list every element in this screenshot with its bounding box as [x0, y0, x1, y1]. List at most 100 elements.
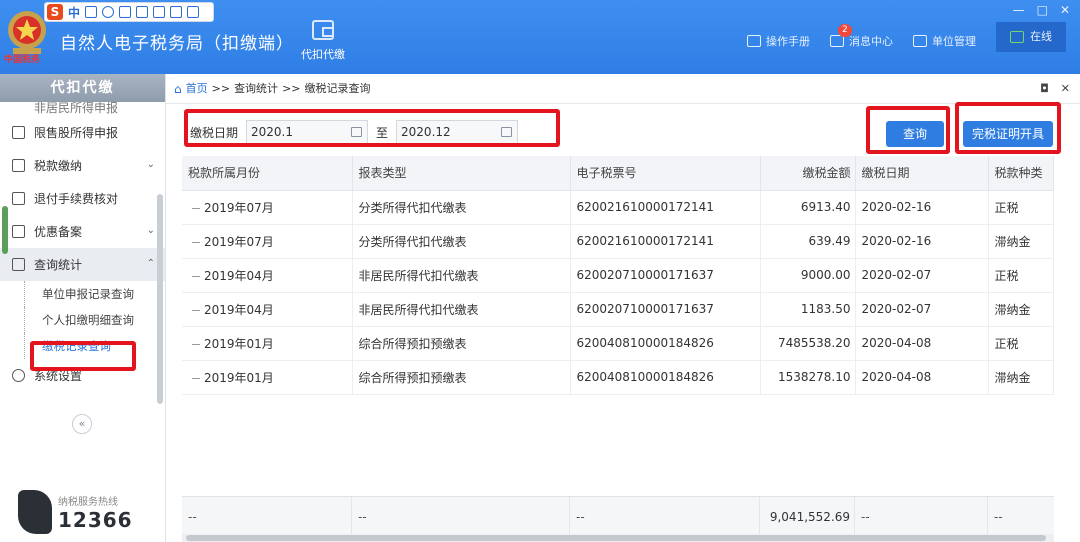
cell-amount: 7485538.20 — [760, 326, 856, 361]
ime-toolbar[interactable]: S 中 — [44, 2, 214, 22]
sidebar-item-tax-payment[interactable]: 税款缴纳 ⌄ — [0, 149, 165, 182]
user-icon[interactable] — [153, 6, 166, 18]
cell-month: 2019年04月 — [182, 292, 353, 327]
total-cell: -- — [182, 497, 352, 536]
col-tax-kind[interactable]: 税款种类 — [988, 156, 1054, 191]
header-actions: 操作手册 2 消息中心 单位管理 在线 — [747, 22, 1066, 52]
online-label: 在线 — [1030, 30, 1052, 43]
manual-link[interactable]: 操作手册 — [747, 33, 810, 49]
cell-report-type: 分类所得代扣代缴表 — [352, 190, 571, 225]
nav-withholding[interactable]: 代扣代缴 — [296, 20, 350, 62]
sidebar-item-preferential[interactable]: 优惠备案 ⌄ — [0, 215, 165, 248]
maximize-icon[interactable]: □ — [1037, 3, 1048, 17]
table-row[interactable]: 2019年01月 综合所得预扣预缴表 620040810000184826 15… — [182, 360, 1054, 395]
home-icon[interactable]: ⌂ — [174, 74, 182, 104]
chevron-up-icon: ⌃ — [146, 258, 155, 269]
online-status[interactable]: 在线 — [996, 22, 1066, 52]
sidebar-item-settings[interactable]: 系统设置 — [0, 359, 165, 392]
close-icon[interactable]: ✕ — [1060, 3, 1070, 17]
list-icon — [12, 192, 25, 205]
headset-icon — [18, 490, 52, 534]
breadcrumb-home[interactable]: 首页 — [186, 74, 208, 104]
collapse-sidebar-button[interactable]: « — [72, 414, 92, 434]
emoji-icon[interactable] — [102, 6, 115, 18]
sidebar-item-restricted-shares[interactable]: 限售股所得申报 — [0, 116, 165, 149]
date-filter: 缴税日期 2020.1 至 2020.12 — [190, 118, 519, 146]
cell-report-type: 综合所得预扣预缴表 — [352, 326, 571, 361]
sidebar-item-label: 优惠备案 — [34, 225, 83, 239]
sidebar-sub-payment-record[interactable]: 缴税记录查询 — [0, 333, 165, 359]
close-tab-icon[interactable]: ✕ — [1061, 82, 1070, 95]
cell-ticket: 620021610000172141 — [570, 224, 761, 259]
cell-date: 2020-02-07 — [855, 258, 989, 293]
table-row[interactable]: 2019年07月 分类所得代扣代缴表 620021610000172141 63… — [182, 224, 1054, 259]
query-button[interactable]: 查询 — [886, 121, 944, 147]
cell-date: 2020-04-08 — [855, 326, 989, 361]
restore-tab-icon[interactable]: ◘ — [1040, 82, 1049, 95]
cell-kind: 正税 — [988, 190, 1054, 225]
grid-icon[interactable] — [187, 6, 200, 18]
table-row[interactable]: 2019年04月 非居民所得代扣代缴表 620020710000171637 9… — [182, 258, 1054, 293]
sidebar-indicator — [2, 206, 8, 254]
cell-month: 2019年01月 — [182, 360, 353, 395]
cell-date: 2020-02-16 — [855, 224, 989, 259]
breadcrumb-sep: >> — [211, 81, 231, 95]
wallet-icon — [312, 20, 334, 40]
scrollbar-thumb[interactable] — [186, 535, 1046, 541]
unit-management-link[interactable]: 单位管理 — [913, 33, 976, 49]
message-badge: 2 — [838, 24, 852, 37]
breadcrumb-sep: >> — [282, 81, 301, 95]
message-center-link[interactable]: 2 消息中心 — [830, 24, 893, 49]
nav-withholding-label: 代扣代缴 — [301, 48, 345, 61]
sidebar-item-query-stats[interactable]: 查询统计 ⌃ — [0, 248, 165, 281]
payment-records-table: 税款所属月份 报表类型 电子税票号 缴税金额 缴税日期 税款种类 2019年07… — [182, 156, 1054, 395]
skin-icon[interactable] — [170, 6, 183, 18]
calendar-icon[interactable] — [351, 127, 363, 137]
cell-date: 2020-04-08 — [855, 360, 989, 395]
col-amount[interactable]: 缴税金额 — [760, 156, 856, 191]
cell-kind: 滞纳金 — [988, 360, 1054, 395]
mic-icon[interactable] — [119, 6, 132, 18]
sidebar-item-label: 税款缴纳 — [34, 159, 83, 173]
chart-icon — [12, 126, 25, 139]
cell-amount: 639.49 — [760, 224, 856, 259]
breadcrumb: ⌂ 首页 >> 查询统计 >> 缴税记录查询 — [166, 74, 1080, 104]
cell-month: 2019年04月 — [182, 258, 353, 293]
breadcrumb-level2: 缴税记录查询 — [304, 81, 371, 95]
main-panel: ⌂ 首页 >> 查询统计 >> 缴税记录查询 ◘ ✕ 缴税日期 2020.1 至… — [166, 74, 1080, 542]
end-date-input[interactable]: 2020.12 — [396, 120, 519, 144]
punctuation-icon[interactable] — [85, 6, 98, 18]
cell-amount: 1538278.10 — [760, 360, 856, 395]
col-e-ticket[interactable]: 电子税票号 — [570, 156, 761, 191]
sidebar-sub-personal-detail[interactable]: 个人扣缴明细查询 — [0, 307, 165, 333]
table-row[interactable]: 2019年01月 综合所得预扣预缴表 620040810000184826 74… — [182, 326, 1054, 361]
ime-mode[interactable]: 中 — [68, 4, 80, 21]
col-pay-date[interactable]: 缴税日期 — [855, 156, 989, 191]
total-cell: -- — [352, 497, 570, 536]
sidebar-scrollbar[interactable] — [157, 194, 163, 404]
tax-certificate-button[interactable]: 完税证明开具 — [963, 121, 1053, 147]
cell-month: 2019年07月 — [182, 224, 353, 259]
sogou-logo-icon[interactable]: S — [47, 4, 63, 20]
sidebar-item-nonresident[interactable]: 非居民所得申报 — [0, 102, 165, 116]
table-row[interactable]: 2019年07月 分类所得代扣代缴表 620021610000172141 69… — [182, 190, 1054, 225]
manual-icon — [747, 35, 761, 47]
col-report-type[interactable]: 报表类型 — [352, 156, 571, 191]
cell-kind: 正税 — [988, 326, 1054, 361]
cell-amount: 1183.50 — [760, 292, 856, 327]
sidebar-item-refund-fee[interactable]: 退付手续费核对 — [0, 182, 165, 215]
breadcrumb-level1[interactable]: 查询统计 — [234, 74, 278, 104]
start-date-input[interactable]: 2020.1 — [246, 120, 369, 144]
cell-report-type: 综合所得预扣预缴表 — [352, 360, 571, 395]
date-filter-label: 缴税日期 — [190, 125, 239, 140]
hotline: 纳税服务热线 12366 — [18, 490, 133, 534]
col-tax-month[interactable]: 税款所属月份 — [182, 156, 353, 191]
sidebar-item-label: 限售股所得申报 — [34, 126, 119, 140]
gear-icon — [12, 369, 25, 382]
calendar-icon[interactable] — [501, 127, 513, 137]
keyboard-icon[interactable] — [136, 6, 149, 18]
minimize-icon[interactable]: — — [1013, 3, 1025, 17]
table-row[interactable]: 2019年04月 非居民所得代扣代缴表 620020710000171637 1… — [182, 292, 1054, 327]
sidebar-sub-unit-declare[interactable]: 单位申报记录查询 — [0, 281, 165, 307]
horizontal-scrollbar[interactable] — [182, 534, 1054, 542]
